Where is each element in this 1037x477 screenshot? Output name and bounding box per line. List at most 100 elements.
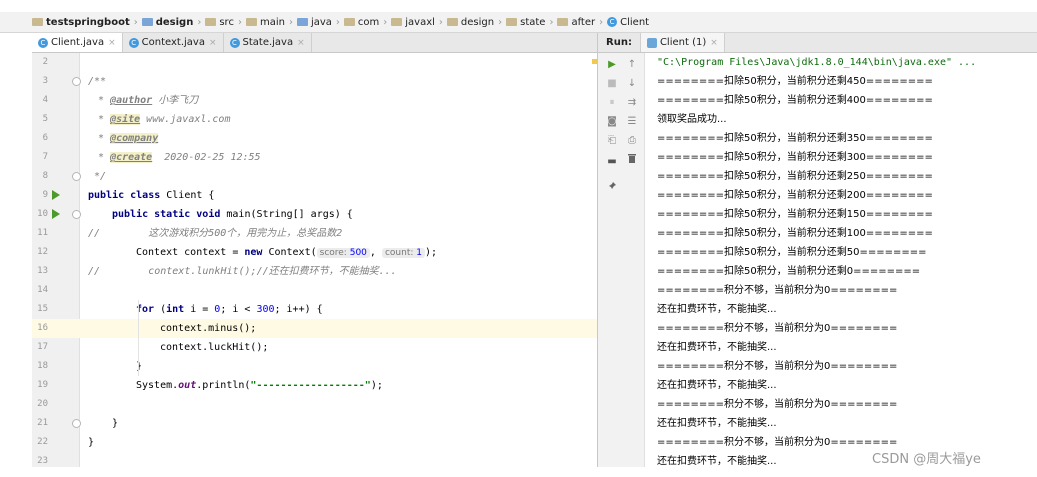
rerun-icon[interactable]: ▶: [605, 58, 619, 72]
breadcrumb: testspringboot › design › src › main › java › com ›…: [0, 12, 1037, 33]
breadcrumb-separator: ›: [599, 16, 604, 28]
breadcrumb-separator: ›: [549, 16, 554, 28]
code-line-18: }: [136, 361, 143, 372]
line-number: 3: [42, 76, 48, 86]
line-number: 16: [37, 323, 48, 333]
console-line: ========积分不够，当前积分为0========: [657, 437, 898, 448]
run-main-icon[interactable]: [52, 209, 60, 219]
watermark: CSDN @周大福ye: [872, 452, 981, 467]
class-icon: C: [607, 17, 618, 27]
restore-icon[interactable]: ⎗: [605, 134, 619, 148]
scroll-down-icon[interactable]: ↓: [625, 77, 639, 91]
breadcrumb-item[interactable]: after: [557, 17, 595, 28]
line-number: 14: [37, 285, 48, 295]
code-editor[interactable]: /** * @author 小李飞刀 * @site www.javaxl.co…: [32, 53, 597, 467]
breadcrumb-separator: ›: [383, 16, 388, 28]
fold-icon[interactable]: [72, 419, 81, 428]
console-line: ========扣除50积分，当前积分还剩300========: [657, 152, 933, 163]
fold-icon[interactable]: [72, 172, 81, 181]
line-number: 10: [37, 209, 48, 219]
folder-icon: [205, 18, 217, 26]
code-line-8: */: [32, 167, 597, 186]
console-line: "C:\Program Files\Java\jdk1.8.0_144\bin\…: [657, 57, 977, 68]
breadcrumb-separator: ›: [438, 16, 443, 28]
layout-icon[interactable]: ▬: [605, 155, 619, 169]
package-folder-icon: [391, 18, 403, 26]
close-icon[interactable]: ×: [209, 38, 217, 48]
package-folder-icon: [557, 18, 569, 26]
line-number: 11: [37, 228, 48, 238]
console-line: 领取奖品成功...: [657, 114, 727, 125]
console-line: ========扣除50积分，当前积分还剩0========: [657, 266, 921, 277]
breadcrumb-item[interactable]: design: [141, 17, 193, 28]
scroll-up-icon[interactable]: ↑: [625, 58, 639, 72]
param-hint-count: count: 1: [381, 248, 425, 258]
delete-icon[interactable]: [625, 153, 639, 167]
code-line-16: context.minus();: [32, 319, 597, 338]
breadcrumb-item[interactable]: main: [245, 17, 285, 28]
run-toolbar: ▶ ↑ ■ ↓ ⏸ ⇉ ◙ ☰ ⎗ ⎙ ▬: [597, 53, 645, 467]
breadcrumb-item[interactable]: testspringboot: [32, 17, 130, 28]
line-number: 22: [37, 437, 48, 447]
breadcrumb-item[interactable]: javaxl: [391, 17, 435, 28]
code-line-7: * @create 2020-02-25 12:55: [98, 152, 261, 163]
console-output[interactable]: "C:\Program Files\Java\jdk1.8.0_144\bin\…: [645, 53, 1037, 467]
breadcrumb-item[interactable]: com: [343, 17, 379, 28]
line-number: 6: [42, 133, 48, 143]
console-line: ========积分不够，当前积分为0========: [657, 323, 898, 334]
print-icon[interactable]: ⎙: [625, 134, 639, 148]
stop-icon[interactable]: ■: [605, 77, 619, 91]
fold-icon[interactable]: [72, 77, 81, 86]
close-icon[interactable]: ×: [108, 38, 116, 48]
line-number: 12: [37, 247, 48, 257]
breadcrumb-separator: ›: [498, 16, 503, 28]
editor-tab[interactable]: C Context.java ×: [123, 33, 224, 52]
line-number: 13: [37, 266, 48, 276]
breadcrumb-item[interactable]: java: [296, 17, 332, 28]
code-line-15: for (int i = 0; i < 300; i++) {: [136, 304, 323, 315]
fold-icon[interactable]: [72, 210, 81, 219]
breadcrumb-separator: ›: [133, 16, 138, 28]
run-class-icon[interactable]: [52, 190, 60, 200]
line-number: 19: [37, 380, 48, 390]
camera-icon[interactable]: ◙: [605, 115, 619, 129]
editor-tab[interactable]: C Client.java ×: [32, 33, 123, 52]
console-line: 还在扣费环节，不能抽奖...: [657, 418, 777, 429]
sort-icon[interactable]: ☰: [625, 115, 639, 129]
breadcrumb-item[interactable]: design: [446, 17, 494, 28]
breadcrumb-item[interactable]: src: [205, 17, 234, 28]
line-number: 4: [42, 95, 48, 105]
console-icon: [646, 37, 657, 48]
doc-tag-author: @author: [110, 95, 153, 106]
console-line: ========扣除50积分，当前积分还剩350========: [657, 133, 933, 144]
doc-comment-close: */: [88, 171, 107, 182]
soft-wrap-icon[interactable]: ⇉: [625, 96, 639, 110]
code-line-17: context.luckHit();: [160, 342, 269, 353]
line-number: 7: [42, 152, 48, 162]
class-icon: C: [38, 37, 48, 48]
breadcrumb-item[interactable]: C Client: [607, 17, 649, 28]
console-line: 还在扣费环节，不能抽奖...: [657, 304, 777, 315]
pin-icon[interactable]: [605, 181, 619, 195]
editor-tab[interactable]: C State.java ×: [224, 33, 312, 52]
console-line: 还在扣费环节，不能抽奖...: [657, 380, 777, 391]
close-icon[interactable]: ×: [297, 38, 305, 48]
class-icon: C: [229, 37, 240, 48]
close-icon[interactable]: ×: [710, 38, 718, 48]
code-line-6: * @company: [98, 133, 159, 144]
code-line-3: /**: [32, 72, 597, 91]
console-line: ========扣除50积分，当前积分还剩150========: [657, 209, 933, 220]
project-folder-icon: [32, 18, 43, 26]
class-icon: C: [128, 37, 139, 48]
breadcrumb-item[interactable]: state: [506, 17, 545, 28]
run-tab-client[interactable]: Client (1) ×: [639, 33, 725, 52]
line-number: 21: [37, 418, 48, 428]
pause-icon[interactable]: ⏸: [605, 96, 619, 110]
indent-guide: [138, 300, 139, 376]
code-line-12: Context context = new Context(score: 500…: [136, 247, 438, 258]
folder-icon: [245, 18, 257, 26]
breadcrumb-separator: ›: [237, 16, 242, 28]
